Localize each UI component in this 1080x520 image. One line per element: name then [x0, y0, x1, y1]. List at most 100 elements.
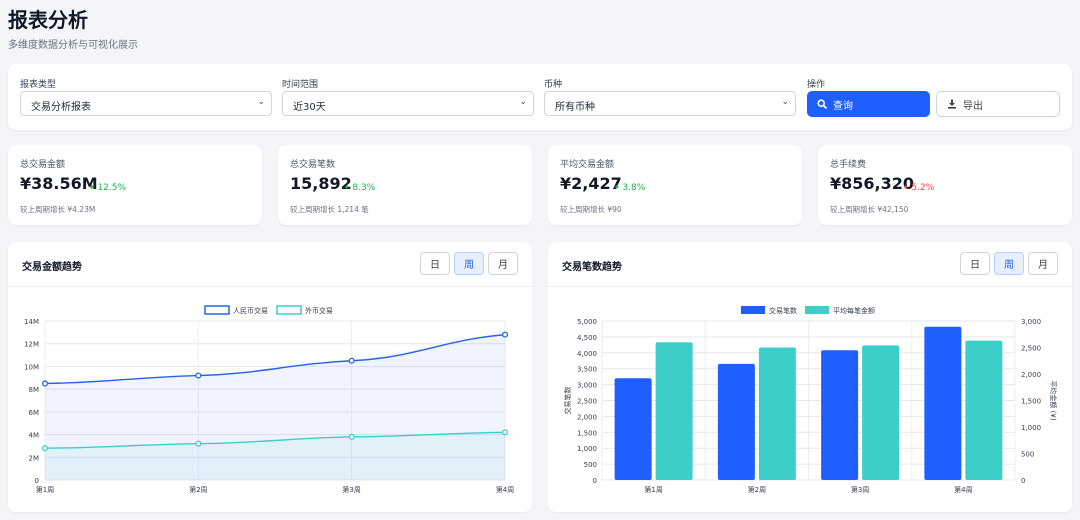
report-type-label: 报表类型	[20, 80, 57, 90]
x-tick-label: 第2周	[189, 485, 207, 494]
bar-avg-amount	[758, 347, 796, 480]
count-trend-chart: 0 500 1,000 1,500 2,000 2,500 3,000 3,500 4,000 4…	[563, 306, 1058, 494]
legend-label: 外币交易	[305, 306, 333, 315]
period-month-button[interactable]: 月	[488, 252, 518, 275]
period-week-button[interactable]: 周	[454, 252, 484, 275]
x-tick-label: 第3周	[851, 485, 869, 494]
y-axis-label: 交易笔数	[563, 387, 572, 415]
period-day-button[interactable]: 日	[960, 252, 990, 275]
stat-card-total-count: 总交易笔数 15,892 🠹 8.3% 较上周期增长 1,214 笔	[278, 145, 532, 225]
query-button[interactable]: 查询	[807, 91, 930, 117]
y-tick-label: 0	[593, 477, 597, 485]
bar-count	[924, 326, 962, 480]
stat-change: 🠹 5.2%	[903, 180, 934, 196]
export-button-label: 导出	[963, 100, 983, 112]
arrow-up-icon: 🠹	[614, 183, 620, 193]
x-tick-label: 第3周	[342, 485, 360, 494]
y-tick-label: 1,500	[577, 429, 597, 437]
search-icon	[817, 99, 827, 109]
y2-tick-label: 2,500	[1021, 345, 1041, 353]
divider	[548, 286, 1072, 287]
data-point	[348, 433, 355, 440]
legend-label: 交易笔数	[769, 306, 797, 315]
stat-change: 🠹 3.8%	[614, 180, 645, 196]
amount-trend-chart: 0 2M 4M 6M 8M 10M 12M 14M 第1周 第2周 第3周 第4周 人民币交易 外币交易	[24, 305, 514, 494]
y2-tick-label: 1,500	[1021, 398, 1041, 406]
bar-avg-amount	[655, 342, 693, 480]
y-tick-label: 4,000	[577, 350, 597, 358]
stat-value: ¥2,427	[560, 174, 622, 193]
stat-change-value: 3.8%	[622, 183, 646, 193]
filter-panel: 报表类型 交易分析报表 ⌄ 时间范围 近30天 ⌄ 币种 所有币种 ⌄ 操作 查…	[8, 64, 1072, 130]
y-tick-label: 14M	[24, 318, 39, 326]
legend-swatch	[805, 306, 829, 314]
y-tick-label: 500	[584, 461, 597, 469]
stat-foot: 较上周期增长 ¥42,150	[830, 205, 909, 214]
stat-card-avg-amount: 平均交易金额 ¥2,427 🠹 3.8% 较上周期增长 ¥90	[548, 145, 802, 225]
bar-avg-amount	[862, 345, 900, 480]
stat-label: 总交易笔数	[290, 160, 336, 170]
report-type-select[interactable]: 交易分析报表 ⌄	[20, 91, 272, 116]
bar-avg-amount	[965, 340, 1003, 480]
page-title: 报表分析	[8, 8, 88, 32]
stat-foot: 较上周期增长 ¥90	[560, 205, 622, 214]
stat-value: ¥856,320	[830, 174, 915, 193]
y-tick-label: 3,500	[577, 366, 597, 374]
stat-foot: 较上周期增长 ¥4.23M	[20, 205, 96, 214]
query-button-label: 查询	[833, 100, 853, 112]
currency-value: 所有币种	[555, 102, 595, 113]
y2-axis-label: 平均金额 (¥)	[1049, 380, 1058, 420]
legend-label: 平均每笔金额	[833, 306, 875, 315]
period-week-button[interactable]: 周	[994, 252, 1024, 275]
data-point	[348, 357, 355, 364]
count-trend-title: 交易笔数趋势	[562, 262, 622, 273]
y2-tick-label: 500	[1021, 451, 1034, 459]
stat-change-value: 5.2%	[911, 183, 935, 193]
period-month-button[interactable]: 月	[1028, 252, 1058, 275]
y-tick-label: 6M	[29, 409, 40, 417]
time-range-select[interactable]: 近30天 ⌄	[282, 91, 534, 116]
y2-tick-label: 1,000	[1021, 424, 1041, 432]
amount-trend-title: 交易金额趋势	[22, 262, 82, 273]
y-tick-label: 5,000	[577, 318, 597, 326]
x-tick-label: 第4周	[496, 485, 514, 494]
currency-select[interactable]: 所有币种 ⌄	[544, 91, 796, 116]
arrow-up-icon: 🠹	[89, 183, 95, 193]
y-tick-label: 8M	[29, 386, 40, 394]
stat-change: 🠹 12.5%	[89, 180, 126, 196]
data-point	[195, 440, 202, 447]
stat-label: 总手续费	[830, 160, 867, 170]
y-tick-label: 4,500	[577, 334, 597, 342]
currency-label: 币种	[544, 80, 563, 90]
stat-card-total-amount: 总交易金额 ¥38.56M 🠹 12.5% 较上周期增长 ¥4.23M	[8, 145, 262, 225]
legend-label: 人民币交易	[233, 306, 268, 315]
stat-label: 总交易金额	[20, 160, 66, 170]
stat-change-value: 12.5%	[97, 183, 127, 193]
x-tick-label: 第4周	[954, 485, 972, 494]
export-button[interactable]: 导出	[936, 91, 1060, 117]
arrow-up-icon: 🠹	[344, 183, 350, 193]
y2-tick-label: 3,000	[1021, 318, 1041, 326]
arrow-up-icon: 🠹	[903, 183, 909, 193]
y-tick-label: 3,000	[577, 382, 597, 390]
legend-swatch	[276, 305, 302, 315]
y-tick-label: 0	[35, 477, 39, 485]
actions-label: 操作	[807, 80, 826, 90]
legend-swatch	[741, 306, 765, 314]
page-subtitle: 多维度数据分析与可视化展示	[8, 40, 138, 51]
time-range-value: 近30天	[293, 102, 326, 113]
y-tick-label: 4M	[29, 432, 40, 440]
download-icon	[948, 99, 956, 109]
period-day-button[interactable]: 日	[420, 252, 450, 275]
bar-count	[821, 350, 859, 480]
time-range-label: 时间范围	[282, 80, 319, 90]
y-tick-label: 2M	[29, 454, 40, 462]
y-tick-label: 10M	[24, 363, 39, 371]
chevron-down-icon: ⌄	[519, 97, 527, 107]
stat-card-total-fee: 总手续费 ¥856,320 🠹 5.2% 较上周期增长 ¥42,150	[818, 145, 1072, 225]
bar-count	[614, 378, 652, 480]
legend-swatch	[204, 305, 230, 315]
data-point	[41, 445, 49, 452]
y-tick-label: 2,500	[577, 398, 597, 406]
x-tick-label: 第1周	[644, 485, 662, 494]
